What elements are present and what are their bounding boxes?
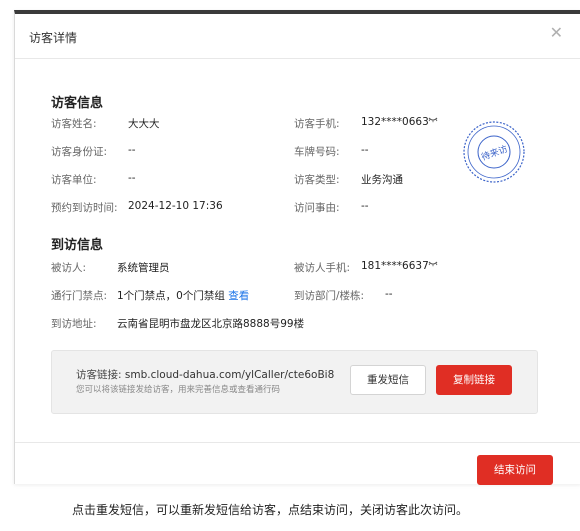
visitor-name-label: 访客姓名: [51,118,97,130]
visit-reason-label: 访问事由: [294,202,340,214]
dept-label: 到访部门/楼栋: [294,290,365,302]
eye-closed-icon[interactable] [428,116,438,127]
host-value: 系统管理员 [117,262,170,274]
plate-value: -- [361,144,369,156]
view-gates-link[interactable]: 查看 [228,290,249,302]
eye-closed-icon[interactable] [428,260,438,271]
visit-time-value: 2024-12-10 17:36 [128,200,223,212]
copy-link-button[interactable]: 复制链接 [436,365,512,395]
footer-divider [15,442,580,443]
share-link-value: smb.cloud-dahua.com/ylCaller/cte6oBi8 [124,369,335,381]
status-stamp: 待来访 [462,120,526,184]
dept-value: -- [385,288,393,300]
visitor-id-value: -- [128,144,136,156]
visitor-company-label: 访客单位: [51,174,97,186]
visitor-name-value: 大大大 [128,118,160,130]
instruction-caption: 点击重发短信，可以重新发短信给访客，点结束访问，关闭访客此次访问。 [72,503,469,517]
visitor-phone-label: 访客手机: [294,118,340,130]
close-icon[interactable]: ✕ [550,25,563,41]
visitor-type-value: 业务沟通 [361,174,403,186]
visitor-detail-dialog: 访客详情 ✕ 访客信息 访客姓名: 大大大 访客手机: 132****0663 … [14,10,580,485]
host-phone-label: 被访人手机: [294,262,351,274]
visitor-type-label: 访客类型: [294,174,340,186]
host-label: 被访人: [51,262,87,274]
dialog-title: 访客详情 [29,31,78,45]
share-link-panel: 访客链接: smb.cloud-dahua.com/ylCaller/cte6o… [51,350,538,414]
visitor-company-value: -- [128,172,136,184]
plate-label: 车牌号码: [294,146,340,158]
dialog-header: 访客详情 ✕ [15,14,580,59]
visitor-info-title: 访客信息 [51,96,104,111]
share-link-label: 访客链接: [76,369,122,381]
visit-reason-value: -- [361,200,369,212]
resend-sms-button[interactable]: 重发短信 [350,365,426,395]
gate-value: 1个门禁点，0个门禁组 查看 [117,290,250,302]
address-value: 云南省昆明市盘龙区北京路8888号99楼 [117,318,305,330]
host-phone-value: 181****6637 [361,260,429,272]
gate-label: 通行门禁点: [51,290,108,302]
address-label: 到访地址: [51,318,97,330]
share-link-line: 访客链接: smb.cloud-dahua.com/ylCaller/cte6o… [76,367,334,382]
visitor-id-label: 访客身份证: [51,146,108,158]
share-hint: 您可以将该链接发给访客，用来完善信息或查看通行码 [76,385,281,395]
visit-info-title: 到访信息 [51,238,104,253]
end-visit-button[interactable]: 结束访问 [477,455,553,485]
visitor-phone-value: 132****0663 [361,116,429,128]
stamp-text: 待来访 [480,143,509,164]
visit-time-label: 预约到访时间: [51,202,118,214]
